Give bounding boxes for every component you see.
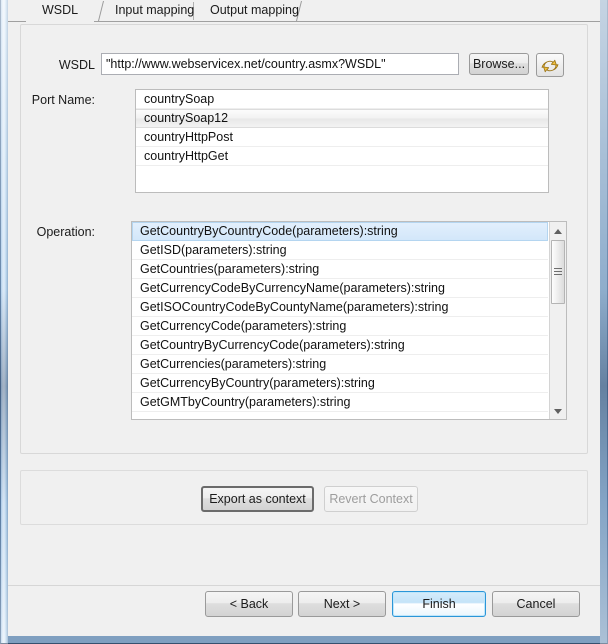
operation-row-label: GetCountryByCountryCode(parameters):stri… bbox=[140, 224, 398, 238]
export-as-context-button[interactable]: Export as context bbox=[201, 486, 314, 512]
port-name-row[interactable]: countrySoap bbox=[136, 90, 548, 109]
tab-output-mapping-label: Output mapping bbox=[210, 3, 299, 17]
operation-listbox[interactable]: GetCountryByCountryCode(parameters):stri… bbox=[131, 221, 567, 420]
operation-row[interactable]: GetCurrencyByCountry(parameters):string bbox=[132, 374, 548, 393]
port-name-row[interactable]: countryHttpPost bbox=[136, 128, 548, 147]
operation-row[interactable]: GetCurrencyCodeByCurrencyName(parameters… bbox=[132, 279, 548, 298]
finish-button[interactable]: Finish bbox=[392, 591, 486, 617]
tab-input-mapping-label: Input mapping bbox=[115, 3, 195, 17]
operation-row[interactable]: GetCurrencies(parameters):string bbox=[132, 355, 548, 374]
port-name-row-label: countrySoap bbox=[144, 92, 215, 106]
operation-row[interactable]: GetCountryByCountryCode(parameters):stri… bbox=[132, 222, 548, 241]
wsdl-settings-panel: WSDL Browse... Port Name: countrySoapcou… bbox=[20, 24, 588, 454]
operation-scrollbar[interactable] bbox=[549, 222, 566, 419]
wsdl-label: WSDL bbox=[58, 58, 95, 72]
operation-row-label: GetCountries(parameters):string bbox=[140, 262, 320, 276]
tab-strip: WSDL Input mapping Output mapping bbox=[8, 0, 600, 23]
back-button[interactable]: < Back bbox=[205, 591, 293, 617]
window-left-border bbox=[0, 0, 8, 644]
operation-row-label: GetCurrencyCodeByCurrencyName(parameters… bbox=[140, 281, 445, 295]
port-name-row-label: countrySoap12 bbox=[144, 111, 229, 125]
operation-row-label: GetISOCountryCodeByCountyName(parameters… bbox=[140, 300, 449, 314]
operation-row[interactable]: GetCountryByCurrencyCode(parameters):str… bbox=[132, 336, 548, 355]
dialog-window: WSDL Input mapping Output mapping WSDL B… bbox=[0, 0, 608, 644]
operation-row[interactable]: GetCountries(parameters):string bbox=[132, 260, 548, 279]
dialog-client-area: WSDL Input mapping Output mapping WSDL B… bbox=[8, 0, 600, 636]
tab-output-mapping[interactable]: Output mapping bbox=[198, 0, 311, 22]
operation-row-label: GetCurrencyByCountry(parameters):string bbox=[140, 376, 375, 390]
next-button[interactable]: Next > bbox=[298, 591, 386, 617]
scroll-up-button[interactable] bbox=[550, 222, 566, 239]
port-name-label: Port Name: bbox=[31, 93, 95, 107]
tab-wsdl[interactable]: WSDL bbox=[30, 0, 90, 22]
revert-context-button: Revert Context bbox=[324, 486, 418, 512]
port-name-row[interactable]: countryHttpGet bbox=[136, 147, 548, 166]
operation-row-label: GetCountryByCurrencyCode(parameters):str… bbox=[140, 338, 405, 352]
port-name-row-label: countryHttpGet bbox=[144, 149, 229, 163]
refresh-arrows-icon bbox=[541, 59, 559, 73]
window-right-border bbox=[600, 0, 608, 644]
port-name-list: countrySoap countrySoap12 countryHttpPost c… bbox=[136, 90, 548, 192]
operation-row[interactable]: GetGMTbyCountry(parameters):string bbox=[132, 393, 548, 412]
scrollbar-thumb[interactable] bbox=[551, 240, 565, 304]
port-name-row-label: countryHttpPost bbox=[144, 130, 233, 144]
port-name-row[interactable]: countrySoap12 bbox=[136, 109, 548, 128]
footer-divider bbox=[8, 585, 600, 586]
scroll-down-button[interactable] bbox=[550, 402, 566, 419]
chevron-up-icon bbox=[554, 228, 562, 234]
operation-row-label: GetISD(parameters):string bbox=[140, 243, 287, 257]
operation-row-label: GetCurrencies(parameters):string bbox=[140, 357, 327, 371]
browse-button[interactable]: Browse... bbox=[469, 53, 529, 75]
cancel-button[interactable]: Cancel bbox=[492, 591, 580, 617]
operation-row[interactable]: GetISD(parameters):string bbox=[132, 241, 548, 260]
tab-input-mapping[interactable]: Input mapping bbox=[103, 0, 206, 22]
tab-underline bbox=[8, 21, 600, 22]
operation-row[interactable]: GetCurrencyCode(parameters):string bbox=[132, 317, 548, 336]
tab-wsdl-label: WSDL bbox=[42, 3, 79, 17]
tab-selected-indicator bbox=[26, 21, 94, 23]
wsdl-url-input[interactable] bbox=[101, 53, 459, 75]
operation-row-label: GetCurrencyCode(parameters):string bbox=[140, 319, 347, 333]
context-actions-group: Export as context Revert Context bbox=[20, 470, 588, 525]
operation-label: Operation: bbox=[36, 225, 95, 239]
operation-row[interactable]: GetISOCountryCodeByCountyName(parameters… bbox=[132, 298, 548, 317]
operation-list: GetCountryByCountryCode(parameters):stri… bbox=[132, 222, 548, 419]
port-name-listbox[interactable]: countrySoap countrySoap12 countryHttpPost c… bbox=[135, 89, 549, 193]
operation-row-label: GetGMTbyCountry(parameters):string bbox=[140, 395, 351, 409]
chevron-down-icon bbox=[554, 408, 562, 414]
scrollbar-grip-icon bbox=[554, 268, 562, 276]
refresh-wsdl-button[interactable] bbox=[536, 53, 564, 77]
